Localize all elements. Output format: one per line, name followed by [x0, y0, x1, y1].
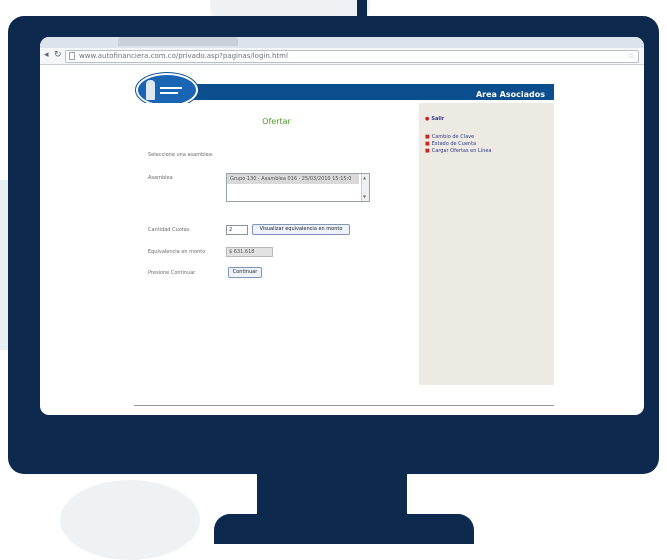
- url-field[interactable]: www.autofinanciera.com.co/privado.asp?pa…: [65, 50, 639, 63]
- sidebar-item-label: Estado de Cuenta: [431, 141, 477, 147]
- scroll-down-icon[interactable]: ▼: [363, 194, 366, 199]
- visualize-equivalence-button[interactable]: Visualizar equivalencia en monto: [252, 224, 350, 235]
- quotas-label: Cantidad Cuotas: [148, 227, 190, 233]
- main-content: Ofertar Seleccione una asamblea: Asamble…: [134, 103, 419, 385]
- browser-tabstrip: [40, 37, 644, 48]
- assembly-listbox[interactable]: Grupo 130 · Asamblea 016 · 25/03/2010 15…: [226, 173, 370, 202]
- reload-icon[interactable]: ↻: [54, 49, 62, 62]
- header-title: Area Asociados: [475, 90, 545, 99]
- continue-button[interactable]: Continuar: [228, 267, 262, 278]
- monitor-screen: ◂ ↻ www.autofinanciera.com.co/privado.as…: [40, 37, 644, 415]
- sidebar-item-label: Cargar Ofertas en Línea: [431, 148, 492, 154]
- equivalence-value: $ 631.618: [226, 247, 273, 257]
- page-title: Ofertar: [262, 117, 291, 126]
- assembly-option[interactable]: Grupo 130 · Asamblea 016 · 25/03/2010 15…: [227, 174, 359, 184]
- monitor-stand-neck: [257, 470, 407, 518]
- continue-label: Presione Continuar: [148, 270, 196, 276]
- monitor-stand-base: [214, 514, 474, 544]
- scroll-up-icon[interactable]: ▲: [363, 175, 366, 180]
- logo-figure-icon: [146, 80, 155, 100]
- page-header: Area Asociados: [134, 73, 554, 107]
- url-text: www.autofinanciera.com.co/privado.asp?pa…: [79, 52, 288, 60]
- web-page: Area Asociados Ofertar Seleccione una as…: [134, 73, 554, 413]
- star-icon[interactable]: ☆: [628, 51, 634, 62]
- logo-line: [160, 87, 182, 89]
- sidebar-item-load-offers[interactable]: ■ Cargar Ofertas en Línea: [425, 148, 492, 155]
- footer-divider: [134, 405, 554, 406]
- page-icon: [69, 52, 75, 60]
- back-arrow-icon[interactable]: ◂: [44, 49, 49, 62]
- logo-line: [160, 92, 178, 94]
- listbox-scrollbar[interactable]: ▲ ▼: [361, 174, 369, 201]
- bullet-icon: ■: [425, 134, 430, 140]
- background-circle-bottom: [60, 480, 200, 560]
- bullet-icon: ●: [425, 116, 430, 122]
- assembly-label: Asamblea: [148, 175, 173, 181]
- bullet-icon: ■: [425, 141, 430, 147]
- sidebar: ● Salir ■ Cambio de Clave ■ Estado de Cuent…: [419, 103, 554, 385]
- header-bar: Area Asociados: [174, 84, 554, 100]
- equivalence-label: Equivalencia en monto: [148, 249, 206, 255]
- browser-tab[interactable]: [118, 37, 238, 46]
- bullet-icon: ■: [425, 148, 430, 154]
- instruction-text: Seleccione una asamblea:: [148, 152, 214, 158]
- quotas-input[interactable]: 2: [226, 225, 248, 235]
- sidebar-item-account-status[interactable]: ■ Estado de Cuenta: [425, 141, 476, 148]
- sidebar-item-label: Cambio de Clave: [431, 134, 475, 140]
- site-logo[interactable]: [136, 73, 198, 107]
- sidebar-item-label: Salir: [431, 116, 445, 122]
- sidebar-item-change-password[interactable]: ■ Cambio de Clave: [425, 134, 474, 141]
- sidebar-item-exit[interactable]: ● Salir: [425, 116, 444, 123]
- browser-address-bar: ◂ ↻ www.autofinanciera.com.co/privado.as…: [40, 48, 644, 65]
